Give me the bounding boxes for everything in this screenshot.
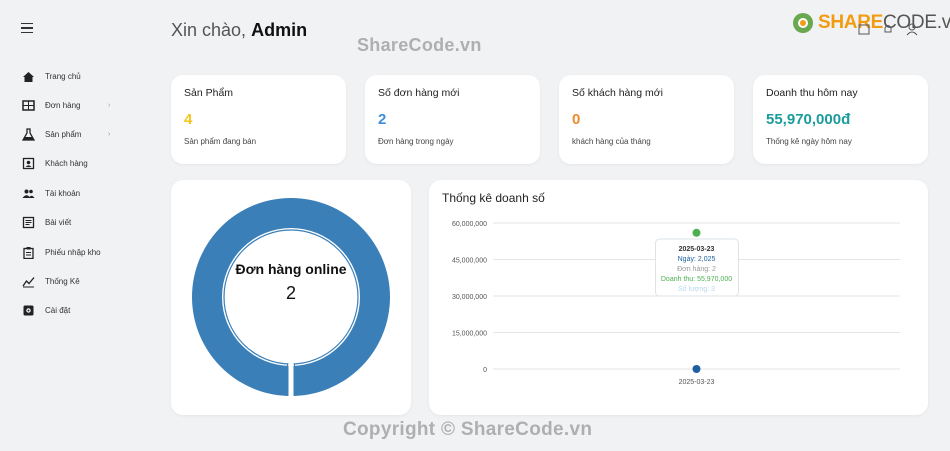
x-tick-label: 2025-03-23 — [679, 379, 715, 386]
stat-title: Sản Phẩm — [184, 87, 234, 99]
sidebar-item-label: Trang chủ — [45, 71, 81, 81]
donut-value: 2 — [286, 283, 296, 303]
chevron-right-icon: › — [108, 130, 111, 138]
chevron-right-icon: › — [108, 101, 111, 109]
header-actions — [857, 22, 919, 36]
stat-subtitle: khách hàng của tháng — [572, 137, 651, 146]
y-tick-label: 30,000,000 — [452, 294, 487, 301]
chart-line-icon — [22, 275, 35, 288]
data-point-series-2 — [692, 365, 701, 373]
bell-icon[interactable] — [881, 22, 895, 36]
sidebar-item-5[interactable]: Tài khoản — [22, 183, 142, 203]
stat-card-2: Số đơn hàng mới 2 Đơn hàng trong ngày — [365, 75, 540, 164]
stat-title: Số khách hàng mới — [572, 87, 663, 99]
tooltip-line: Doanh thu: 55,970,000 — [661, 276, 732, 283]
logo-icon — [793, 13, 813, 33]
stat-card-4: Doanh thu hôm nay 55,970,000đ Thống kê ngà… — [753, 75, 928, 164]
sidebar-item-label: Tài khoản — [45, 188, 81, 198]
sidebar-item-9[interactable]: Cài đặt — [22, 300, 142, 320]
watermark-bottom: Copyright © ShareCode.vn — [343, 419, 593, 440]
sidebar-item-7[interactable]: Phiếu nhập kho — [22, 242, 142, 262]
contact-icon — [22, 157, 35, 170]
sales-chart-card: Thống kê doanh số 0 15,000,000 30,000,000 4… — [429, 180, 928, 415]
user-icon[interactable] — [905, 22, 919, 36]
logo-vn: .vn — [936, 12, 950, 33]
stat-title: Doanh thu hôm nay — [766, 87, 858, 99]
inbox-icon[interactable] — [857, 22, 871, 36]
sidebar-item-label: Thống Kê — [45, 276, 80, 286]
article-icon — [22, 216, 35, 229]
sidebar-item-1[interactable]: Trang chủ — [22, 66, 142, 86]
data-point-series-1 — [692, 228, 701, 237]
sidebar-item-2[interactable]: Đơn hàng › — [22, 95, 142, 115]
stat-value: 4 — [184, 111, 193, 128]
sidebar-item-label: Khách hàng — [45, 158, 88, 168]
sidebar-item-label: Đơn hàng — [45, 100, 81, 110]
y-tick-label: 0 — [483, 367, 487, 374]
stat-subtitle: Đơn hàng trong ngày — [378, 137, 454, 146]
sidebar-item-8[interactable]: Thống Kê — [22, 271, 142, 291]
sidebar-item-4[interactable]: Khách hàng — [22, 153, 142, 173]
stat-value: 2 — [378, 111, 387, 128]
clipboard-icon — [22, 246, 35, 259]
stat-subtitle: Thống kê ngày hôm nay — [766, 137, 852, 146]
greeting-user: Admin — [251, 20, 308, 40]
sidebar: Trang chủ Đơn hàng › Sản phẩm › Khách hàng Tài… — [0, 0, 152, 451]
sidebar-item-6[interactable]: Bài viết — [22, 212, 142, 232]
y-tick-label: 15,000,000 — [452, 331, 487, 338]
stat-value: 55,970,000đ — [766, 111, 851, 128]
online-orders-card: Đơn hàng online 2 — [171, 180, 411, 415]
sidebar-item-label: Bài viết — [45, 217, 72, 227]
online-orders-donut: Đơn hàng online 2 — [192, 198, 390, 398]
stat-card-3: Số khách hàng mới 0 khách hàng của tháng — [559, 75, 734, 164]
sidebar-item-label: Sản phẩm — [45, 129, 82, 139]
tooltip-date: 2025-03-23 — [679, 246, 715, 253]
table-icon — [22, 99, 35, 112]
home-icon — [22, 70, 35, 83]
greeting-text: Xin chào, — [171, 20, 247, 40]
donut-label: Đơn hàng online — [235, 261, 346, 277]
hamburger-menu-icon[interactable] — [21, 23, 33, 35]
greeting: Xin chào, Admin — [171, 20, 307, 41]
y-tick-label: 45,000,000 — [452, 258, 487, 265]
watermark-top: ShareCode.vn — [357, 35, 482, 55]
tooltip-line: Số lượng: 3 — [678, 284, 715, 293]
tooltip-line: Đơn hàng: 2 — [677, 266, 716, 273]
y-tick-label: 60,000,000 — [452, 221, 487, 228]
sidebar-item-3[interactable]: Sản phẩm › — [22, 124, 142, 144]
donut-gap — [288, 363, 294, 398]
stat-card-1: Sản Phẩm 4 Sản phẩm đang bán — [171, 75, 346, 164]
stat-subtitle: Sản phẩm đang bán — [184, 137, 257, 146]
people-icon — [22, 187, 35, 200]
stat-title: Số đơn hàng mới — [378, 87, 460, 99]
tooltip-line: Ngày: 2,025 — [678, 256, 716, 263]
flask-icon — [22, 127, 35, 141]
sales-chart: 0 15,000,000 30,000,000 45,000,000 60,000,00… — [452, 221, 900, 386]
sidebar-item-label: Phiếu nhập kho — [45, 247, 101, 257]
settings-icon — [22, 304, 35, 317]
stat-value: 0 — [572, 111, 581, 128]
sidebar-item-label: Cài đặt — [45, 305, 71, 315]
